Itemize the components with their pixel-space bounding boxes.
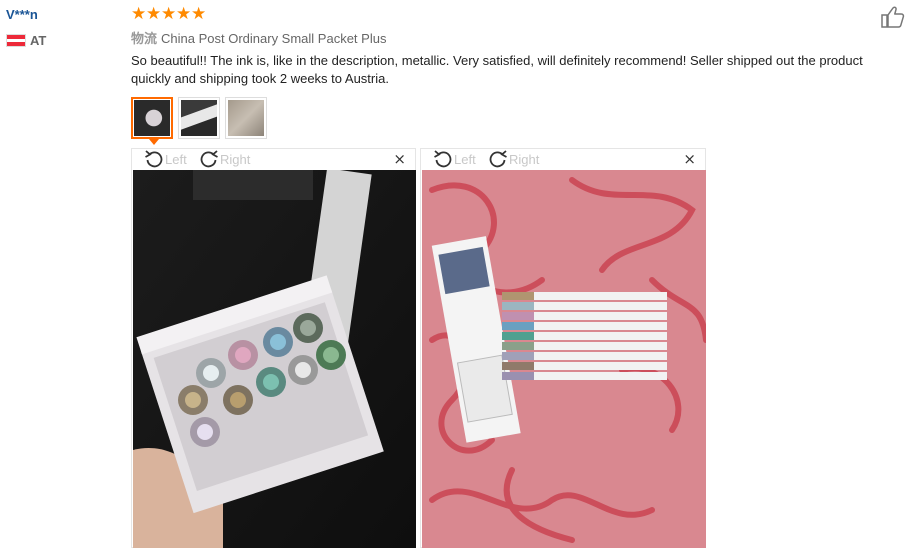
rotate-right-icon [489, 150, 507, 168]
rotate-left-button[interactable]: Left [433, 150, 476, 168]
review-text: So beautiful!! The ink is, like in the d… [131, 53, 863, 86]
austria-flag-icon [6, 34, 26, 47]
close-icon[interactable]: × [683, 150, 696, 168]
photo-viewer-1: Left Right × [131, 148, 416, 548]
rotate-left-button[interactable]: Left [144, 150, 187, 168]
reviewer-country: AT [6, 33, 46, 48]
viewer-toolbar: Left Right × [132, 149, 415, 169]
photo-thumbnail-3[interactable] [225, 97, 267, 139]
country-code: AT [30, 33, 47, 48]
rotate-right-button[interactable]: Right [488, 150, 539, 168]
photo-thumbnails [131, 97, 267, 145]
rotate-right-label: Right [220, 151, 251, 167]
logistics-info: 物流 China Post Ordinary Small Packet Plus [131, 28, 386, 47]
review-photo-1 [133, 170, 416, 548]
thumbs-up-icon[interactable] [880, 5, 906, 29]
photo-viewer-2: Left Right × [420, 148, 706, 548]
active-indicator [149, 139, 159, 145]
photo-thumbnail-1[interactable] [131, 97, 173, 145]
star-rating: ★ ★ ★ ★ ★ [131, 5, 206, 23]
logistics-label: 物流 [131, 31, 158, 46]
rotate-left-icon [145, 150, 163, 168]
review-photo-2 [422, 170, 706, 548]
star-icon: ★ [146, 4, 162, 24]
rotate-right-button[interactable]: Right [199, 150, 250, 168]
star-icon: ★ [161, 4, 177, 24]
star-icon: ★ [191, 4, 207, 24]
logistics-value: China Post Ordinary Small Packet Plus [161, 31, 387, 46]
viewer-toolbar: Left Right × [421, 149, 705, 169]
photo-thumbnail-2[interactable] [178, 97, 220, 139]
rotate-left-icon [434, 150, 452, 168]
rotate-right-icon [200, 150, 218, 168]
rotate-left-label: Left [454, 151, 476, 167]
star-icon: ★ [131, 4, 147, 24]
rotate-right-label: Right [509, 151, 540, 167]
close-icon[interactable]: × [393, 150, 406, 168]
star-icon: ★ [176, 4, 192, 24]
reviewer-name: V***n [6, 7, 38, 22]
rotate-left-label: Left [165, 151, 187, 167]
